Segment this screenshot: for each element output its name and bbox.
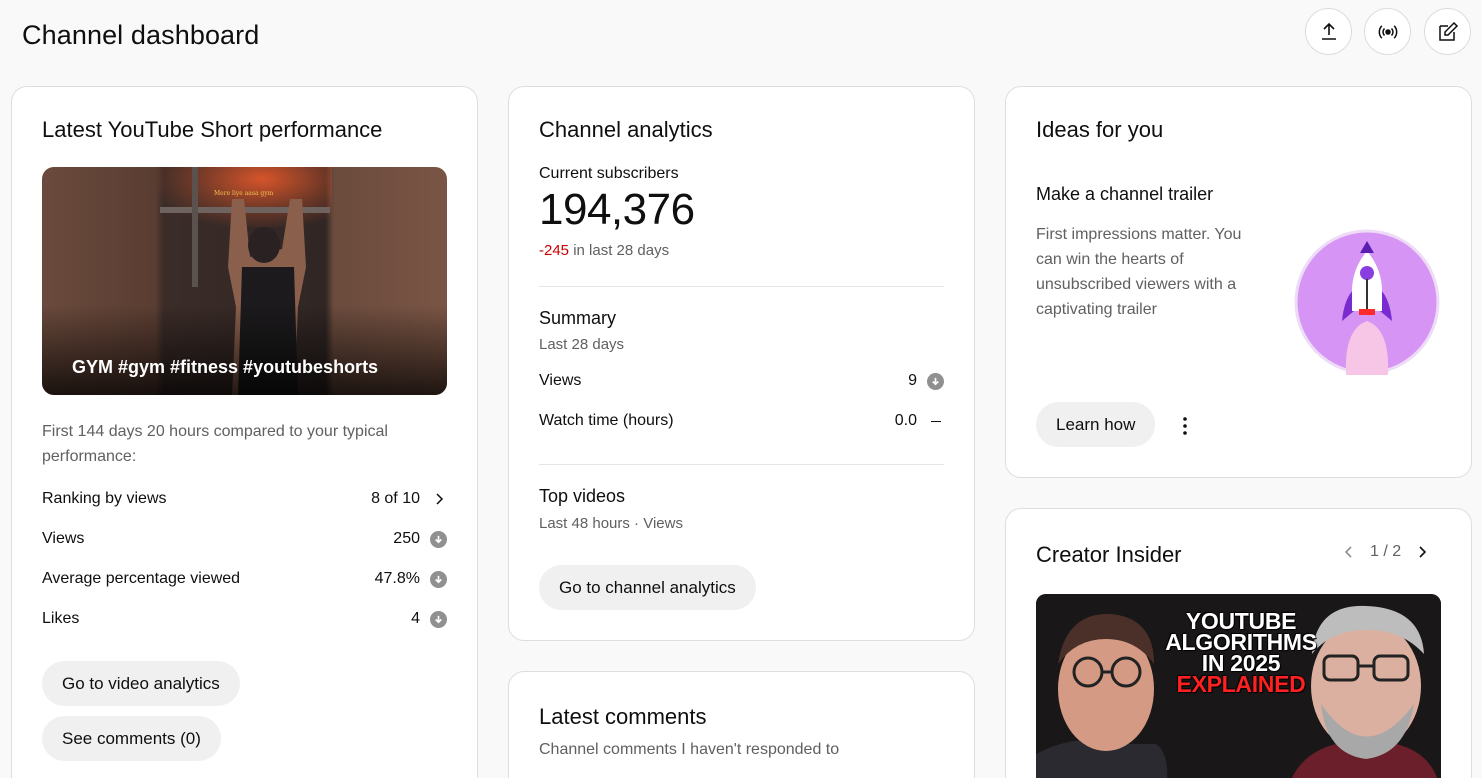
metric-value: 250	[393, 530, 420, 547]
divider	[539, 464, 944, 465]
see-comments-button[interactable]: See comments (0)	[42, 716, 221, 761]
delta-value: -245	[539, 242, 570, 259]
metric-label: Views	[42, 530, 85, 547]
channel-analytics-button[interactable]: Go to channel analytics	[539, 565, 756, 610]
summary-watchtime-row: Watch time (hours) 0.0	[539, 409, 944, 433]
metric-value: 8 of 10	[371, 490, 420, 507]
creator-insider-thumbnail[interactable]: YOUTUBE ALGORITHMS IN 2025 EXPLAINED	[1036, 594, 1441, 778]
video-analytics-button[interactable]: Go to video analytics	[42, 661, 240, 706]
metric-label: Views	[539, 372, 582, 389]
card-title: Channel analytics	[539, 117, 713, 142]
creator-insider-card: Creator Insider 1 / 2 YOUTUBE ALGORITHMS…	[1005, 508, 1472, 778]
top-videos-title: Top videos	[539, 486, 626, 506]
metric-label: Ranking by views	[42, 490, 167, 507]
thumb-line-4: EXPLAINED	[1176, 671, 1306, 697]
metric-label: Watch time (hours)	[539, 412, 674, 429]
subscriber-delta: -245 in last 28 days	[539, 242, 669, 259]
subscribers-label: Current subscribers	[539, 165, 679, 182]
metric-value: 47.8%	[374, 570, 420, 587]
card-title: Latest comments	[539, 704, 707, 729]
learn-how-button[interactable]: Learn how	[1036, 402, 1156, 447]
upload-button[interactable]	[1305, 8, 1352, 55]
chevron-right-icon[interactable]	[430, 491, 447, 508]
latest-short-card: Latest YouTube Short performance Mere li…	[11, 86, 478, 778]
dash-icon	[927, 413, 944, 430]
summary-period: Last 28 days	[539, 336, 625, 353]
go-live-button[interactable]	[1364, 8, 1411, 55]
create-post-icon	[1438, 21, 1458, 41]
card-title: Ideas for you	[1036, 117, 1164, 142]
metric-likes: Likes 4	[42, 607, 447, 631]
metric-ranking[interactable]: Ranking by views 8 of 10	[42, 487, 447, 511]
thumb-shade	[42, 305, 447, 395]
comments-subtitle: Channel comments I haven't responded to	[539, 741, 840, 758]
card-title: Latest YouTube Short performance	[42, 117, 383, 142]
pager-label: 1 / 2	[1370, 543, 1402, 560]
idea-title: Make a channel trailer	[1036, 184, 1214, 204]
thumb-title-text: YOUTUBE ALGORITHMS IN 2025 EXPLAINED	[1156, 610, 1326, 697]
idea-description: First impressions matter. You can win th…	[1036, 226, 1242, 318]
divider	[539, 286, 944, 287]
metric-value: 4	[411, 610, 420, 627]
subscriber-count: 194,376	[539, 185, 695, 234]
metric-value: 9	[908, 372, 917, 389]
chevron-right-icon[interactable]	[1411, 544, 1433, 560]
short-title: GYM #gym #fitness #youtubeshorts	[72, 357, 379, 377]
latest-comments-card: Latest comments Channel comments I haven…	[508, 671, 975, 778]
metric-label: Average percentage viewed	[42, 570, 241, 587]
upload-icon	[1321, 22, 1336, 40]
arrow-down-icon	[430, 570, 447, 588]
channel-analytics-card: Channel analytics Current subscribers 19…	[508, 86, 975, 641]
live-icon	[1378, 24, 1397, 39]
performance-description: First 144 days 20 hours compared to your…	[42, 423, 388, 465]
create-post-button[interactable]	[1424, 8, 1471, 55]
page-title: Channel dashboard	[22, 20, 260, 50]
metric-label: Likes	[42, 610, 80, 627]
metric-value: 0.0	[894, 412, 917, 429]
card-title: Creator Insider	[1036, 542, 1182, 567]
summary-views-row: Views 9	[539, 369, 944, 393]
more-options-icon[interactable]	[1176, 414, 1194, 438]
metric-views: Views 250	[42, 527, 447, 551]
arrow-down-icon	[430, 530, 447, 548]
arrow-down-icon	[430, 610, 447, 628]
short-thumbnail[interactable]: Mere liye aasa gym GYM #gym #fitness #yo…	[42, 167, 447, 395]
summary-title: Summary	[539, 308, 617, 328]
arrow-down-icon	[927, 372, 944, 390]
metric-avg-viewed: Average percentage viewed 47.8%	[42, 567, 447, 591]
delta-suffix: in last 28 days	[573, 242, 670, 259]
pager: 1 / 2	[1338, 543, 1433, 561]
dashboard-page: Channel dashboard Latest YouTube Short p…	[0, 0, 1482, 778]
chevron-left-icon[interactable]	[1338, 544, 1360, 560]
thumb-overlay-text: Mere liye aasa gym	[214, 190, 274, 197]
top-videos-period: Last 48 hours · Views	[539, 515, 683, 532]
thumb-frame	[192, 167, 198, 287]
rocket-illustration	[1294, 229, 1440, 375]
ideas-card: Ideas for you Make a channel trailer Fir…	[1005, 86, 1472, 478]
